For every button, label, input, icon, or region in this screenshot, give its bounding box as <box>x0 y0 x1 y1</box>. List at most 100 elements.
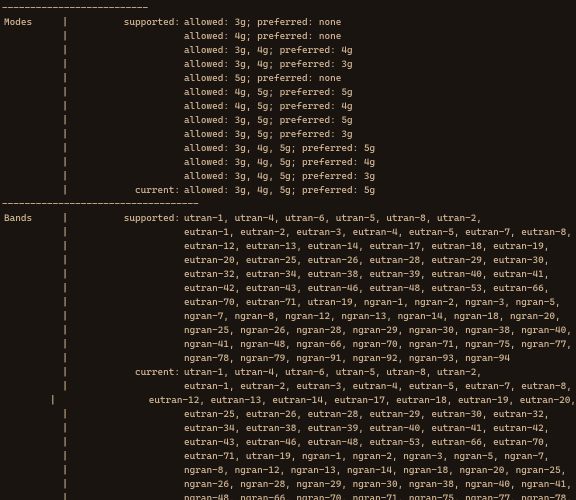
output-line: | allowed: 3g, 4g; preferred: 3g <box>2 58 576 72</box>
label-col <box>70 44 182 58</box>
section-col <box>2 72 60 86</box>
bands-current-value: eutran-25, eutran-26, eutran-28, eutran-… <box>182 408 576 422</box>
bands-current-value: ngran-48, ngran-66, ngran-70, ngran-71, … <box>182 492 576 500</box>
pipe: | <box>60 422 70 436</box>
pipe: | <box>60 44 70 58</box>
output-line: | eutran-71, utran-19, ngran-1, ngran-2, … <box>2 450 576 464</box>
label-col <box>57 394 147 408</box>
modes-supported-value: allowed: 4g, 5g; preferred: 5g <box>182 86 576 100</box>
pipe: | <box>60 324 70 338</box>
label-col <box>70 380 182 394</box>
output-line: |allowed: 4g; preferred: none <box>2 30 576 44</box>
modes-supported-value: allowed: 3g, 5g; preferred: 3g <box>182 128 576 142</box>
section-col <box>2 100 60 114</box>
bands-supported-value: ngran-7, ngran-8, ngran-12, ngran-13, ng… <box>182 310 576 324</box>
separator-line: ----------------------------------- <box>2 198 576 212</box>
label-col <box>70 254 182 268</box>
output-line: | allowed: 4g, 5g; preferred: 4g <box>2 100 576 114</box>
modes-supported-value: allowed: 3g, 5g; preferred: 5g <box>182 114 576 128</box>
section-col <box>2 58 60 72</box>
modes-supported-value: allowed: 3g, 4g; preferred: 4g <box>182 44 576 58</box>
label-current: current: <box>70 366 182 380</box>
section-col <box>2 170 60 184</box>
label-supported: supported: <box>70 16 182 30</box>
output-line: |ngran-41, ngran-48, ngran-66, ngran-70,… <box>2 338 576 352</box>
label-col <box>70 464 182 478</box>
modes-supported-value: allowed: 4g, 5g; preferred: 4g <box>182 100 576 114</box>
output-line: |eutran-12, eutran-13, eutran-14, eutran… <box>2 240 576 254</box>
bands-supported-value: eutran-32, eutran-34, eutran-38, eutran-… <box>182 268 576 282</box>
bands-current-value: ngran-26, ngran-28, ngran-29, ngran-30, … <box>182 478 576 492</box>
label-col <box>70 478 182 492</box>
label-col <box>70 436 182 450</box>
pipe: | <box>60 114 70 128</box>
output-line: | allowed: 4g, 5g; preferred: 5g <box>2 86 576 100</box>
pipe: | <box>49 394 57 408</box>
terminal-output: --------------------------Modes|supporte… <box>0 0 576 500</box>
label-col <box>70 310 182 324</box>
pipe: | <box>60 58 70 72</box>
output-line: |ngran-48, ngran-66, ngran-70, ngran-71,… <box>2 492 576 500</box>
pipe: | <box>60 408 70 422</box>
label-col <box>70 128 182 142</box>
section-col <box>2 142 60 156</box>
section-col <box>2 338 60 352</box>
label-col <box>70 492 182 500</box>
label-col <box>70 156 182 170</box>
pipe: | <box>60 212 70 226</box>
section-col <box>2 436 60 450</box>
label-col <box>70 338 182 352</box>
label-col <box>70 268 182 282</box>
section-col <box>2 282 60 296</box>
label-col <box>70 114 182 128</box>
modes-supported-value: allowed: 3g, 4g, 5g; preferred: 4g <box>182 156 576 170</box>
section-col <box>2 450 60 464</box>
bands-current-value: eutran-71, utran-19, ngran-1, ngran-2, n… <box>182 450 576 464</box>
output-line: | eutran-1, eutran-2, eutran-3, eutran-4,… <box>2 380 576 394</box>
pipe: | <box>60 450 70 464</box>
output-line: |eutran-43, eutran-46, eutran-48, eutran… <box>2 436 576 450</box>
pipe: | <box>60 366 70 380</box>
output-line: |current:allowed: 3g, 4g, 5g; preferred:… <box>2 184 576 198</box>
label-col <box>70 226 182 240</box>
label-col <box>70 352 182 366</box>
pipe: | <box>60 142 70 156</box>
section-col <box>2 366 60 380</box>
bands-current-value: ngran-8, ngran-12, ngran-13, ngran-14, n… <box>182 464 576 478</box>
output-line: Bands|supported:utran-1, utran-4, utran-… <box>2 212 576 226</box>
section-col <box>2 310 60 324</box>
section-col <box>2 268 60 282</box>
section-col <box>2 478 60 492</box>
bands-current-value: eutran-12, eutran-13, eutran-14, eutran-… <box>147 394 576 408</box>
label-col <box>70 30 182 44</box>
pipe: | <box>60 226 70 240</box>
section-col <box>2 226 60 240</box>
output-line: |eutran-34, eutran-38, eutran-39, eutran… <box>2 422 576 436</box>
pipe: | <box>60 380 70 394</box>
separator-line: -------------------------- <box>2 2 576 16</box>
modes-supported-value: allowed: 3g, 4g, 5g; preferred: 3g <box>182 170 576 184</box>
section-col <box>2 324 60 338</box>
bands-supported-value: ngran-25, ngran-26, ngran-28, ngran-29, … <box>182 324 576 338</box>
pipe: | <box>60 170 70 184</box>
output-line: |ngran-7, ngran-8, ngran-12, ngran-13, n… <box>2 310 576 324</box>
bands-supported-value: ngran-78, ngran-79, ngran-91, ngran-92, … <box>182 352 576 366</box>
label-col <box>70 324 182 338</box>
label-current: current: <box>70 184 182 198</box>
modes-current-value: allowed: 3g, 4g, 5g; preferred: 5g <box>182 184 576 198</box>
section-col <box>2 422 60 436</box>
section-col <box>2 128 60 142</box>
label-col <box>70 142 182 156</box>
bands-current-value: eutran-1, eutran-2, eutran-3, eutran-4, … <box>182 380 576 394</box>
section-col <box>2 114 60 128</box>
label-col <box>70 72 182 86</box>
pipe: | <box>60 100 70 114</box>
modes-supported-value: allowed: 3g, 4g; preferred: 3g <box>182 58 576 72</box>
output-line: |allowed: 3g, 5g; preferred: 3g <box>2 128 576 142</box>
output-line: |allowed: 5g; preferred: none <box>2 72 576 86</box>
output-line: | eutran-12, eutran-13, eutran-14, eutran… <box>2 394 576 408</box>
pipe: | <box>60 184 70 198</box>
section-col <box>2 352 60 366</box>
pipe: | <box>60 86 70 100</box>
section-col <box>2 254 60 268</box>
